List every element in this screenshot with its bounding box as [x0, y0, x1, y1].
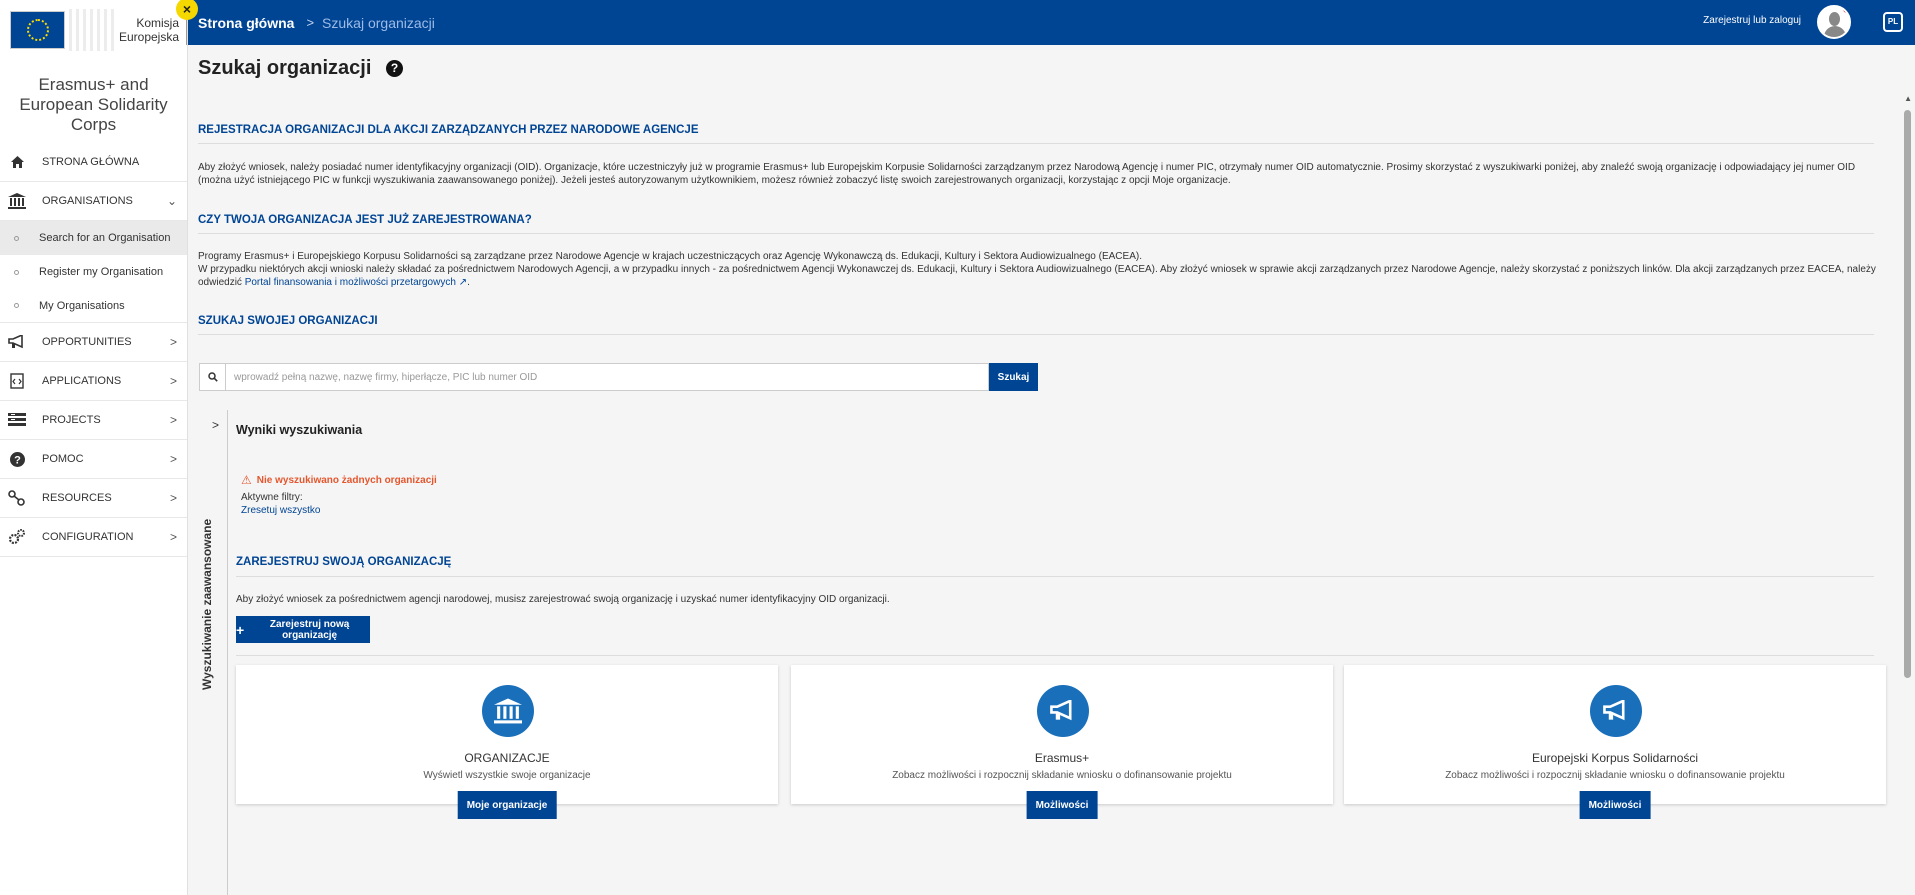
sidebar-nav: STRONA GŁÓWNA ORGANISATIONS ⌄ Search for… — [0, 143, 187, 557]
card-description: Zobacz możliwości i rozpocznij składanie… — [1445, 770, 1785, 781]
chevron-right-icon: > — [169, 413, 177, 427]
megaphone-icon — [1037, 685, 1089, 737]
section-title-register: ZAREJESTRUJ SWOJĄ ORGANIZACJĘ — [236, 556, 452, 568]
question-icon: ? — [8, 450, 26, 468]
institution-icon — [8, 192, 26, 210]
section-text-registration: Aby złożyć wniosek, należy posiadać nume… — [198, 162, 1856, 186]
sidebar-item-home[interactable]: STRONA GŁÓWNA — [0, 143, 187, 182]
document-code-icon — [8, 372, 26, 390]
section-title-registration: REJESTRACJA ORGANIZACJI DLA AKCJI ZARZĄD… — [198, 124, 699, 136]
main-content: Szukaj organizacji ? REJESTRACJA ORGANIZ… — [188, 45, 1900, 895]
language-icon[interactable]: PL — [1883, 12, 1903, 32]
sidebar-subitem-register-organisation[interactable]: Register my Organisation — [0, 255, 187, 289]
breadcrumb-separator: > — [306, 15, 315, 30]
scrollbar-thumb[interactable] — [1904, 110, 1911, 678]
advanced-search-panel[interactable]: > Wyszukiwanie zaawansowane — [198, 410, 228, 895]
app-title: Erasmus+ and European Solidarity Corps — [19, 75, 168, 134]
register-text: Aby złożyć wniosek za pośrednictwem agen… — [236, 594, 890, 605]
sidebar-item-applications[interactable]: APPLICATIONS > — [0, 362, 187, 401]
scroll-up-icon[interactable]: ▲ — [1904, 94, 1912, 103]
funding-portal-link[interactable]: Portal finansowania i możliwości przetar… — [245, 277, 456, 288]
sidebar-item-opportunities[interactable]: OPPORTUNITIES > — [0, 323, 187, 362]
search-icon — [200, 364, 226, 390]
resources-icon — [8, 489, 26, 507]
sidebar-item-resources[interactable]: RESOURCES > — [0, 479, 187, 518]
logo-text: Komisja Europejska — [118, 16, 180, 44]
sidebar-item-configuration[interactable]: CONFIGURATION > — [0, 518, 187, 557]
home-icon — [8, 153, 26, 171]
chevron-down-icon: ⌄ — [166, 194, 177, 208]
chevron-right-icon: > — [169, 491, 177, 505]
active-filters-label: Aktywne filtry: — [241, 492, 303, 503]
search-button[interactable]: Szukaj — [989, 363, 1038, 391]
page-title: Szukaj organizacji — [198, 57, 372, 79]
card-erasmus: Erasmus+ Zobacz możliwości i rozpocznij … — [791, 665, 1333, 819]
reset-all-link[interactable]: Zresetuj wszystko — [241, 505, 320, 516]
section-text-already-registered: Programy Erasmus+ i Europejskiego Korpus… — [198, 251, 1876, 288]
sidebar: Komisja Europejska Erasmus+ and European… — [0, 0, 188, 895]
sidebar-subitem-my-organisations[interactable]: My Organisations — [0, 289, 187, 323]
card-solidarity-corps: Europejski Korpus Solidarności Zobacz mo… — [1344, 665, 1886, 819]
megaphone-icon — [1590, 685, 1642, 737]
chevron-right-icon: > — [169, 452, 177, 466]
section-title-search: SZUKAJ SWOJEJ ORGANIZACJI — [198, 315, 378, 327]
card-title: Europejski Korpus Solidarności — [1531, 751, 1699, 765]
sidebar-item-projects[interactable]: PROJECTS > — [0, 401, 187, 440]
external-link-icon: ↗ — [458, 277, 468, 288]
user-avatar-icon[interactable] — [1817, 5, 1851, 39]
eu-flag-icon — [10, 11, 66, 49]
help-icon[interactable]: ? — [386, 60, 403, 77]
chevron-right-icon: > — [169, 335, 177, 349]
search-input[interactable] — [226, 364, 988, 390]
card-title: Erasmus+ — [1034, 751, 1090, 765]
sidebar-subitem-search-organisation[interactable]: Search for an Organisation — [0, 221, 187, 255]
svg-text:?: ? — [14, 454, 21, 466]
my-organisations-button[interactable]: Moje organizacje — [457, 791, 557, 819]
erasmus-opportunities-button[interactable]: Możliwości — [1026, 791, 1098, 819]
register-new-organisation-button[interactable]: + Zarejestruj nową organizację — [236, 616, 370, 643]
warning-icon: ⚠ — [241, 473, 252, 487]
sidebar-item-organisations[interactable]: ORGANISATIONS ⌄ — [0, 182, 187, 221]
login-link[interactable]: Zarejestruj lub zaloguj — [1703, 15, 1801, 26]
section-title-already-registered: CZY TWOJA ORGANIZACJA JEST JUŻ ZAREJESTR… — [198, 214, 532, 226]
gears-icon — [8, 528, 26, 546]
institution-icon — [482, 685, 534, 737]
chevron-right-icon: > — [169, 530, 177, 544]
card-title: ORGANIZACJE — [464, 751, 550, 765]
advanced-search-label[interactable]: Wyszukiwanie zaawansowane — [200, 519, 214, 690]
logo[interactable]: Komisja Europejska — [0, 0, 187, 60]
chevron-right-icon[interactable]: > — [212, 418, 219, 432]
card-description: Zobacz możliwości i rozpocznij składanie… — [892, 770, 1232, 781]
building-icon — [69, 9, 117, 51]
chevron-right-icon: > — [169, 374, 177, 388]
plus-icon: + — [236, 621, 245, 638]
results-title: Wyniki wyszukiwania — [236, 423, 363, 437]
card-description: Wyświetl wszystkie swoje organizacje — [423, 770, 591, 781]
solidarity-opportunities-button[interactable]: Możliwości — [1579, 791, 1651, 819]
sidebar-item-help[interactable]: ? POMOC > — [0, 440, 187, 479]
breadcrumb-current: Szukaj organizacji — [322, 14, 435, 31]
projects-icon — [8, 411, 26, 429]
top-bar: Strona główna > Szukaj organizacji Zarej… — [188, 0, 1915, 45]
search-box — [199, 363, 989, 391]
no-results-warning: ⚠ Nie wyszukiwano żadnych organizacji — [241, 473, 437, 487]
card-organisations: ORGANIZACJE Wyświetl wszystkie swoje org… — [236, 665, 778, 819]
breadcrumb-home[interactable]: Strona główna — [198, 15, 294, 31]
megaphone-icon — [8, 333, 26, 351]
